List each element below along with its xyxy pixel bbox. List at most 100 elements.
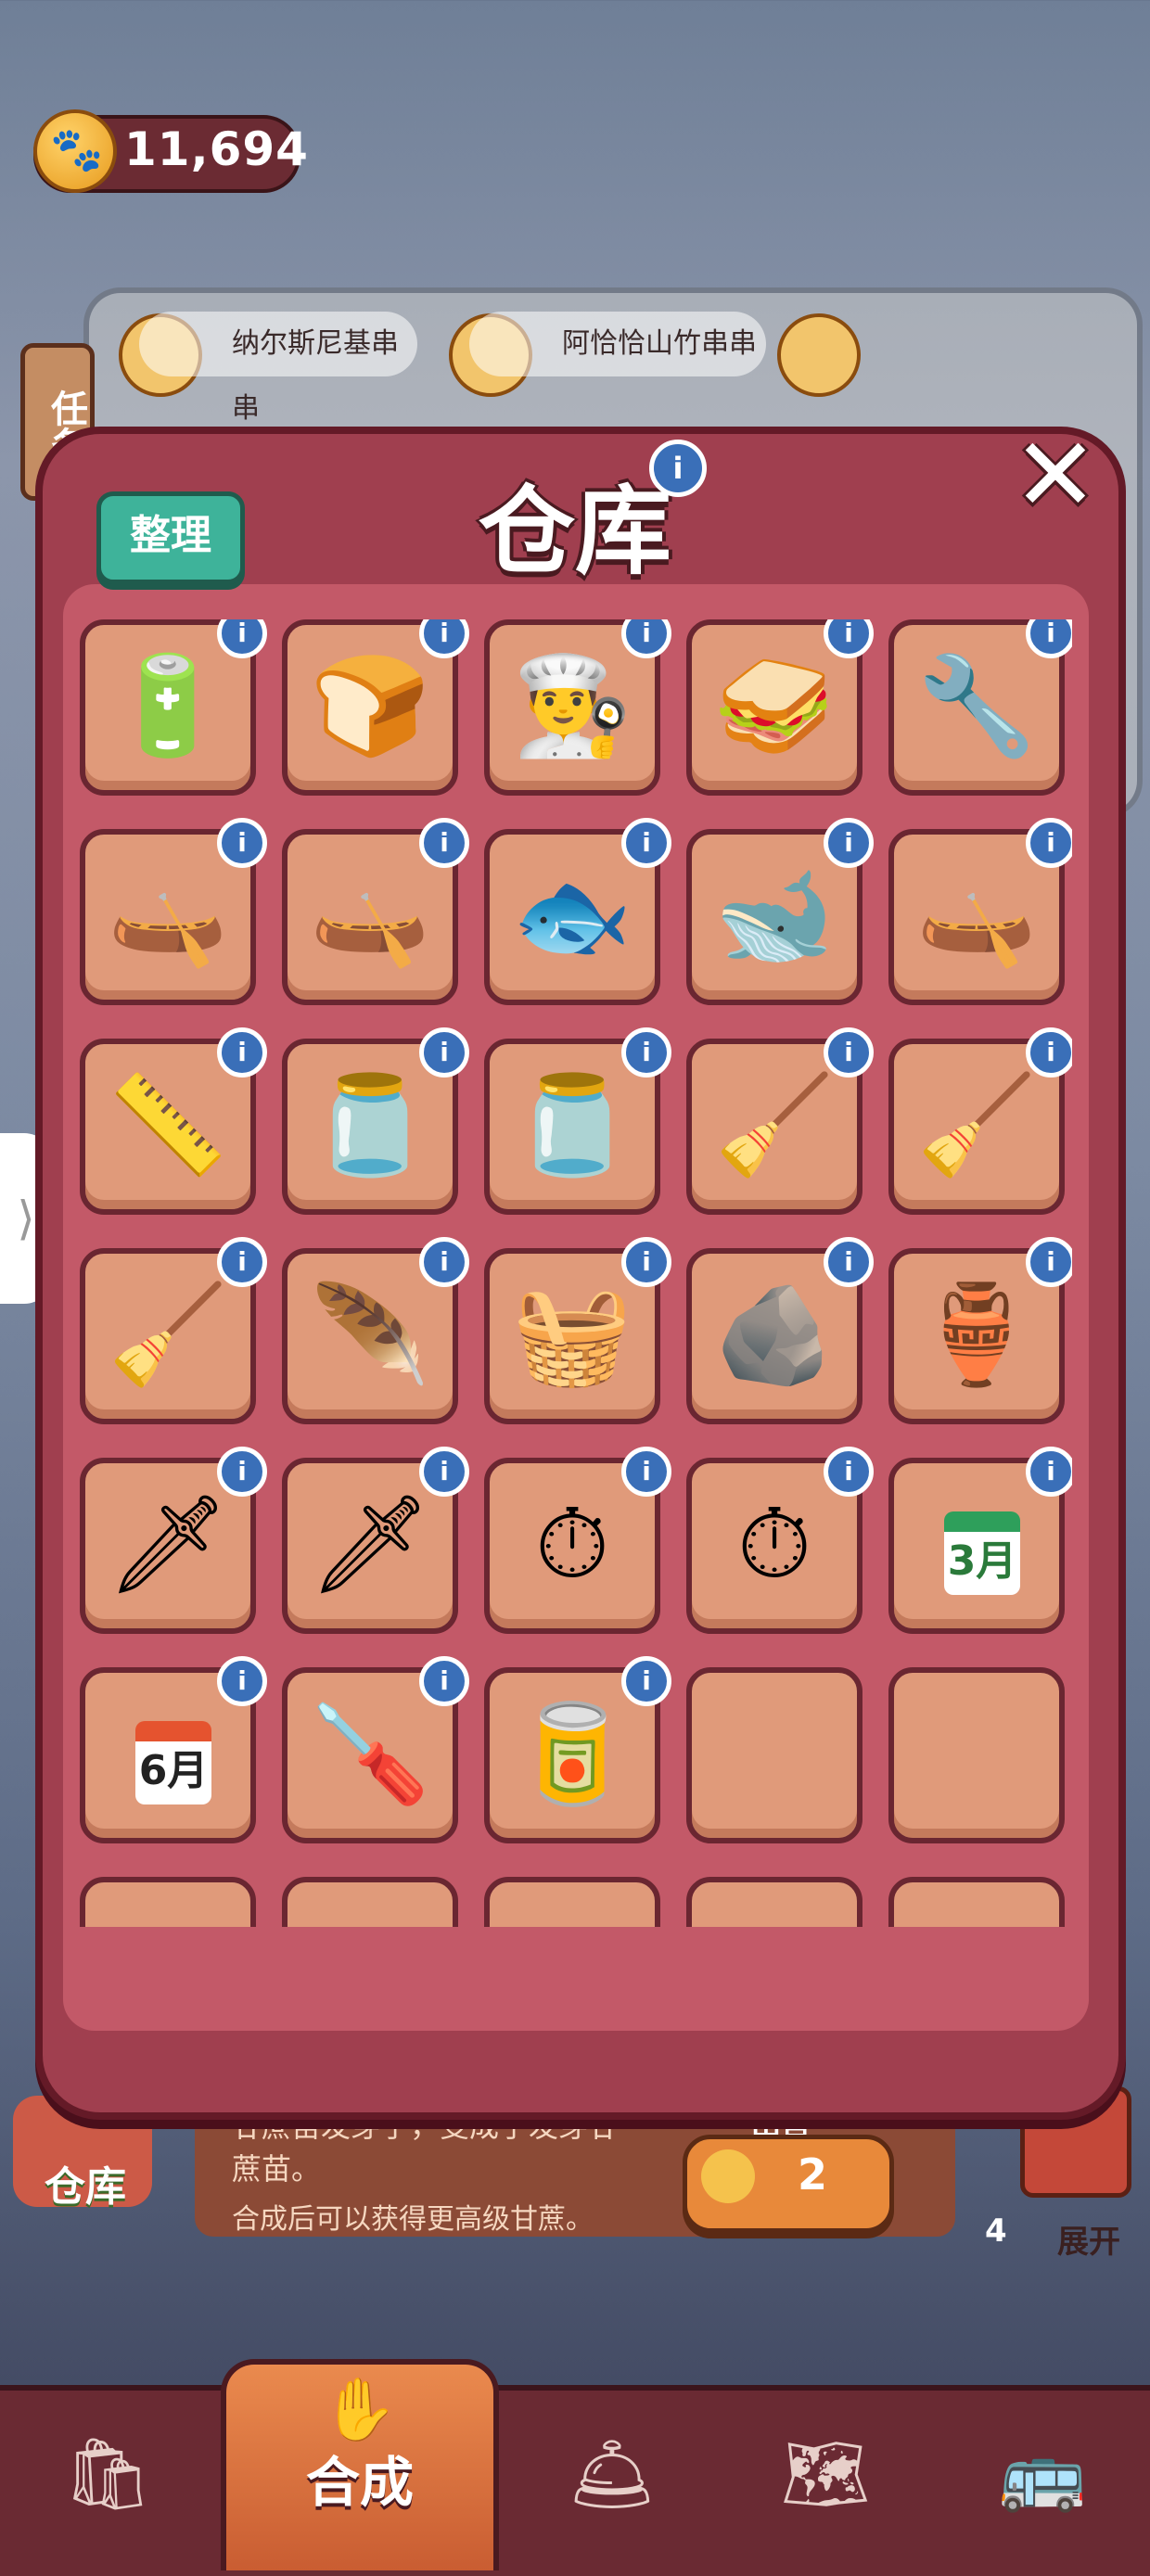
info-icon[interactable]: i — [824, 1027, 874, 1078]
stopwatch-icon: ⏱ — [534, 1487, 610, 1600]
storage-slot[interactable]: 🗡 i — [282, 1447, 469, 1634]
info-icon[interactable]: i — [1026, 1447, 1072, 1497]
peacock-feather-icon: 🪶 — [310, 1278, 430, 1391]
jar-icon: 🫙 — [310, 1068, 430, 1181]
storage-slot[interactable]: 🥫 i — [484, 1656, 671, 1843]
info-icon[interactable]: i — [419, 1447, 469, 1497]
ruler-icon: 📏 — [108, 1068, 228, 1181]
info-icon[interactable]: i — [621, 1237, 671, 1287]
info-icon[interactable]: i — [419, 818, 469, 868]
storage-slot[interactable]: 🧹 i — [888, 1027, 1072, 1215]
info-icon[interactable]: i — [621, 1027, 671, 1078]
shop-bag-icon[interactable]: 🛍 — [43, 2418, 172, 2530]
info-icon[interactable]: i — [621, 1656, 671, 1706]
empty-slot[interactable] — [888, 1877, 1065, 1927]
empty-slot[interactable] — [686, 1667, 862, 1843]
nav-tab-merge-label: 合成 — [305, 2451, 414, 2514]
chef-hat-tall-icon: 👨‍🍳 — [512, 649, 632, 762]
blue-whale-icon: 🐋 — [714, 859, 835, 972]
storage-slot[interactable]: ⏱ i — [484, 1447, 671, 1634]
storage-slot[interactable]: 🧺 i — [484, 1237, 671, 1424]
paw-coin-icon — [33, 109, 117, 193]
storage-slot[interactable]: 3月 i — [888, 1447, 1072, 1634]
info-icon[interactable]: i — [1026, 1237, 1072, 1287]
seaweed-toast-icon: 🥪 — [714, 649, 835, 762]
order-name-1: 纳尔斯尼基串串 — [139, 312, 417, 425]
dish-icon — [777, 313, 861, 397]
storage-slot[interactable]: 🍞 i — [282, 619, 469, 796]
info-icon[interactable]: i — [419, 1237, 469, 1287]
storage-slot[interactable]: 🛶 i — [888, 818, 1072, 1005]
jar-icon: 🫙 — [512, 1068, 632, 1181]
kunai-small-icon: 🗡 — [106, 1487, 230, 1600]
paper-boat-small-icon: 🛶 — [108, 859, 228, 972]
info-icon[interactable]: i — [217, 818, 267, 868]
storage-slot[interactable]: 🪛 i — [282, 1656, 469, 1843]
chain-pipe-icon: 🔧 — [916, 649, 1037, 762]
map-icon[interactable]: 🗺 — [760, 2418, 890, 2530]
expand-count: 4 — [985, 2213, 1007, 2250]
info-icon[interactable]: i — [1026, 1027, 1072, 1078]
info-icon[interactable]: i — [217, 1656, 267, 1706]
info-icon[interactable]: i — [1026, 818, 1072, 868]
storage-slot[interactable]: 🐟 i — [484, 818, 671, 1005]
calendar-march-icon: 3月 — [944, 1511, 1020, 1595]
info-icon[interactable]: i — [621, 818, 671, 868]
empty-slot[interactable] — [282, 1877, 458, 1927]
storage-slot[interactable]: 🧹 i — [686, 1027, 874, 1215]
storage-slot[interactable]: 📏 i — [80, 1027, 267, 1215]
screwdriver-icon: 🪛 — [310, 1697, 430, 1810]
storage-slot[interactable]: 🫙 i — [484, 1027, 671, 1215]
info-icon[interactable]: i — [217, 1447, 267, 1497]
energy-can-icon: 🥫 — [512, 1697, 632, 1810]
currency-value: 11,694 — [124, 122, 309, 176]
bus-icon[interactable]: 🚌 — [978, 2418, 1107, 2530]
shovel-icon: 🧹 — [108, 1278, 228, 1391]
storage-slot[interactable]: 6月 i — [80, 1656, 267, 1843]
paw-coin-icon — [701, 2149, 755, 2203]
wooden-boat-icon: 🛶 — [916, 859, 1037, 972]
gift-basket-icon: 🧺 — [512, 1278, 632, 1391]
storage-slot[interactable]: 🪶 i — [282, 1237, 469, 1424]
storage-slot[interactable]: 🗡 i — [80, 1447, 267, 1634]
sort-button[interactable]: 整理 — [96, 491, 245, 584]
info-icon[interactable]: i — [419, 1656, 469, 1706]
empty-slot[interactable] — [686, 1877, 862, 1927]
info-icon[interactable]: i — [217, 1237, 267, 1287]
info-icon[interactable]: i — [419, 1027, 469, 1078]
storage-grid: 🔋 i 🍞 i 👨‍🍳 i 🥪 i 🔧 i 🛶 i 🛶 i 🐟 i 🐋 i 🛶 i 📏 i 🫙 i 🫙 i 🧹 i 🧹 i 🧹 i 🪶 i 🧺 i 🪨 i… — [80, 619, 1072, 1927]
info-icon[interactable]: i — [824, 818, 874, 868]
empty-slot[interactable] — [80, 1877, 256, 1927]
info-icon[interactable]: i — [824, 1237, 874, 1287]
storage-slot[interactable]: 🔧 i — [888, 619, 1072, 796]
storage-slot[interactable]: 👨‍🍳 i — [484, 619, 671, 796]
info-icon[interactable]: i — [824, 1447, 874, 1497]
storage-slot[interactable]: 🫙 i — [282, 1027, 469, 1215]
item-description-line2: 合成后可以获得更高级甘蔗。 — [232, 2203, 594, 2236]
expand-button[interactable]: 展开 — [1057, 2216, 1120, 2262]
storage-slot[interactable]: ⏱ i — [686, 1447, 874, 1634]
info-icon[interactable]: i — [621, 1447, 671, 1497]
cloche-icon[interactable]: 🛎 — [547, 2418, 677, 2530]
chef-hat-small-icon: 🍞 — [310, 649, 430, 762]
battery-box-icon: 🔋 — [108, 649, 228, 762]
storage-slot[interactable]: 🐋 i — [686, 818, 874, 1005]
paper-boat-icon: 🛶 — [310, 859, 430, 972]
shovel-icon: 🧹 — [714, 1068, 835, 1181]
empty-slot[interactable] — [888, 1667, 1065, 1843]
storage-slot[interactable]: 🧹 i — [80, 1237, 267, 1424]
empty-slot[interactable] — [484, 1877, 660, 1927]
storage-slot[interactable]: 🛶 i — [80, 818, 267, 1005]
golden-bottle-icon: 🏺 — [916, 1278, 1037, 1391]
storage-slot[interactable]: 🔋 i — [80, 619, 267, 796]
blue-fish-icon: 🐟 — [512, 859, 632, 972]
storage-slot[interactable]: 🛶 i — [282, 818, 469, 1005]
close-icon[interactable]: ✕ — [1011, 424, 1100, 526]
storage-slot[interactable]: 🪨 i — [686, 1237, 874, 1424]
merge-icon: ✋ — [321, 2374, 399, 2445]
storage-slot[interactable]: 🥪 i — [686, 619, 874, 796]
storage-slot[interactable]: 🏺 i — [888, 1237, 1072, 1424]
info-icon[interactable]: i — [649, 440, 707, 497]
storage-label: 仓库 — [45, 2163, 126, 2211]
info-icon[interactable]: i — [217, 1027, 267, 1078]
